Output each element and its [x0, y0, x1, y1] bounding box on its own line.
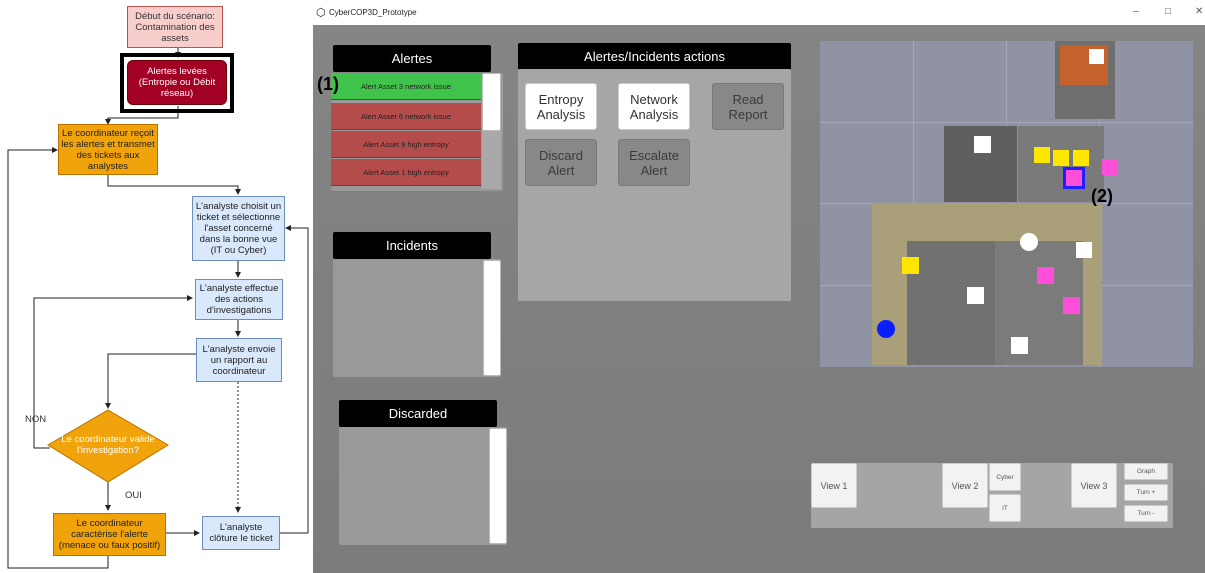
asset-marker-yellow[interactable] — [1034, 147, 1050, 163]
asset-marker-white[interactable] — [1076, 242, 1092, 258]
network-analysis-button[interactable]: Network Analysis — [618, 83, 690, 130]
cyber-view-button[interactable]: Cyber — [989, 463, 1021, 491]
flow-start-node: Début du scénario: Contamination des ass… — [127, 6, 223, 48]
asset-marker-white[interactable] — [974, 136, 991, 153]
unity-icon: ⬡ — [316, 7, 326, 19]
alerts-list: Alert Asset 3 network issue Alert Asset … — [331, 73, 503, 191]
entropy-analysis-button[interactable]: Entropy Analysis — [525, 83, 597, 130]
alert-item[interactable]: Alert Asset 1 high entropy — [331, 159, 481, 186]
title-bar: ⬡ CyberCOP3D_Prototype – □ ✕ — [313, 0, 1205, 25]
incidents-scrollbar[interactable] — [483, 260, 501, 376]
window-title: CyberCOP3D_Prototype — [329, 8, 417, 17]
callout-two: (2) — [1091, 186, 1113, 206]
asset-marker-yellow[interactable] — [1053, 150, 1069, 166]
minimize-button[interactable]: – — [1133, 6, 1139, 17]
flow-coordinator-receives-node: Le coordinateur reçoit les alertes et tr… — [58, 124, 158, 175]
incidents-panel-header: Incidents — [333, 232, 491, 259]
flow-analyst-chooses-node: L'analyste choisit un ticket et sélectio… — [192, 196, 285, 261]
analyst-avatar-marker — [877, 320, 895, 338]
it-view-button[interactable]: IT — [989, 494, 1021, 522]
asset-marker-white[interactable] — [1011, 337, 1028, 354]
view2-button[interactable]: View 2 — [942, 463, 988, 508]
asset-marker-pink[interactable] — [1102, 159, 1118, 175]
discarded-list — [339, 427, 507, 545]
asset-marker-white[interactable] — [967, 287, 984, 304]
incidents-list — [333, 259, 501, 377]
view1-button[interactable]: View 1 — [811, 463, 857, 508]
turn-plus-button[interactable]: Turn + — [1124, 484, 1168, 501]
discarded-panel-header: Discarded — [339, 400, 497, 427]
asset-marker-white-round[interactable] — [1020, 233, 1038, 251]
flow-label-yes: OUI — [125, 490, 142, 501]
discard-alert-button[interactable]: Discard Alert — [525, 139, 597, 186]
flow-alerts-raised-node: Alertes levées (Entropie ou Débit réseau… — [127, 60, 227, 105]
read-report-button[interactable]: Read Report — [712, 83, 784, 130]
alert-item[interactable]: Alert Asset 3 network issue — [331, 73, 481, 100]
asset-marker-yellow[interactable] — [1073, 150, 1089, 166]
turn-minus-button[interactable]: Turn - — [1124, 505, 1168, 522]
asset-marker-yellow[interactable] — [902, 257, 919, 274]
office-map-view[interactable] — [820, 41, 1193, 367]
flow-analyst-investigates-node: L'analyste effectue des actions d'invest… — [195, 279, 283, 320]
actions-panel-header: Alertes/Incidents actions — [518, 43, 791, 70]
game-viewport: Alertes Alert Asset 3 network issue Aler… — [313, 25, 1205, 573]
maximize-button[interactable]: □ — [1165, 6, 1171, 17]
alert-item[interactable]: Alert Asset 6 network issue — [331, 103, 481, 130]
selected-asset-marker[interactable] — [1063, 167, 1085, 189]
flow-label-no: NON — [25, 414, 47, 425]
discarded-scrollbar[interactable] — [489, 428, 507, 544]
callout-one: (1) — [317, 74, 339, 94]
asset-marker-pink[interactable] — [1037, 267, 1054, 284]
flow-coordinator-characterizes-node: Le coordinateur caractérise l'alerte (me… — [53, 513, 166, 556]
view3-button[interactable]: View 3 — [1071, 463, 1117, 508]
alert-item[interactable]: Alert Asset 9 high entropy — [331, 131, 481, 158]
escalate-alert-button[interactable]: Escalate Alert — [618, 139, 690, 186]
graph-button[interactable]: Graph — [1124, 463, 1168, 480]
flow-analyst-reports-node: L'analyste envoie un rapport au coordina… — [196, 338, 282, 382]
asset-marker-pink[interactable] — [1063, 297, 1080, 314]
close-button[interactable]: ✕ — [1195, 6, 1203, 17]
flow-coordinator-validates-node: Le coordinateur valide l'investigation? — [61, 434, 155, 456]
alerts-scroll-track — [482, 131, 501, 189]
actions-panel: Entropy Analysis Network Analysis Read R… — [518, 69, 791, 301]
alerts-panel-header: Alertes — [333, 45, 491, 72]
flow-analyst-closes-node: L'analyste clôture le ticket — [202, 516, 280, 550]
asset-marker-white[interactable] — [1089, 49, 1104, 64]
app-window: ⬡ CyberCOP3D_Prototype – □ ✕ Alertes Ale… — [313, 0, 1205, 573]
view-controls-bar: View 1 View 2 Cyber IT View 3 Graph Turn… — [811, 463, 1173, 528]
alerts-scrollbar[interactable] — [482, 73, 501, 131]
